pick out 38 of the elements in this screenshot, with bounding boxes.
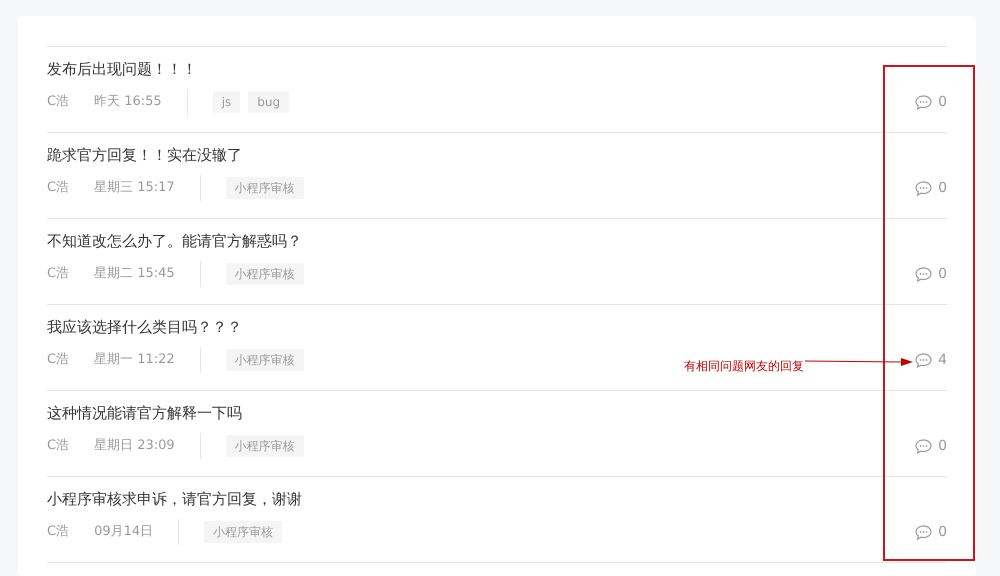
reply-count: 0 bbox=[938, 265, 947, 284]
annotation-text: 有相同问题网友的回复 bbox=[684, 358, 804, 375]
tag[interactable]: 小程序审核 bbox=[226, 263, 304, 285]
comment-icon bbox=[915, 525, 932, 540]
reply-count: 0 bbox=[938, 523, 947, 542]
tag[interactable]: 小程序审核 bbox=[226, 435, 304, 457]
author-name[interactable]: C浩 bbox=[47, 436, 70, 456]
author-name[interactable]: C浩 bbox=[47, 92, 70, 112]
comment-icon bbox=[915, 353, 932, 368]
author-name[interactable]: C浩 bbox=[47, 178, 70, 198]
comment-icon bbox=[915, 95, 932, 110]
tag[interactable]: 小程序审核 bbox=[226, 177, 304, 199]
post-title[interactable]: 小程序审核求申诉，请官方回复，谢谢 bbox=[47, 489, 302, 509]
post-title[interactable]: 这种情况能请官方解释一下吗 bbox=[47, 403, 312, 423]
post-time: 09月14日 bbox=[94, 523, 154, 541]
tag[interactable]: 小程序审核 bbox=[204, 521, 282, 543]
post-title[interactable]: 发布后出现问题！！！ bbox=[47, 59, 298, 79]
post-time: 星期二 15:45 bbox=[94, 265, 175, 283]
post-time: 昨天 16:55 bbox=[94, 93, 162, 111]
tag[interactable]: bug bbox=[248, 91, 290, 113]
author-name[interactable]: C浩 bbox=[47, 264, 70, 284]
tag[interactable]: 小程序审核 bbox=[226, 349, 304, 371]
author-name[interactable]: C浩 bbox=[47, 350, 70, 370]
reply-count: 0 bbox=[938, 437, 947, 456]
post-time: 星期日 23:09 bbox=[94, 437, 175, 455]
post-title[interactable]: 不知道改怎么办了。能请官方解惑吗？ bbox=[47, 231, 312, 251]
comment-icon bbox=[915, 439, 932, 454]
author-name[interactable]: C浩 bbox=[47, 522, 70, 542]
reply-count: 0 bbox=[938, 179, 947, 198]
post-title[interactable]: 跪求官方回复！！实在没辙了 bbox=[47, 145, 312, 165]
tag[interactable]: js bbox=[212, 91, 240, 113]
post-time: 星期三 15:17 bbox=[94, 179, 175, 197]
post-time: 星期一 11:22 bbox=[94, 351, 175, 369]
reply-count: 4 bbox=[938, 351, 947, 370]
comment-icon bbox=[915, 181, 932, 196]
comment-icon bbox=[915, 267, 932, 282]
reply-count: 0 bbox=[938, 93, 947, 112]
post-title[interactable]: 我应该选择什么类目吗？？？ bbox=[47, 317, 312, 337]
